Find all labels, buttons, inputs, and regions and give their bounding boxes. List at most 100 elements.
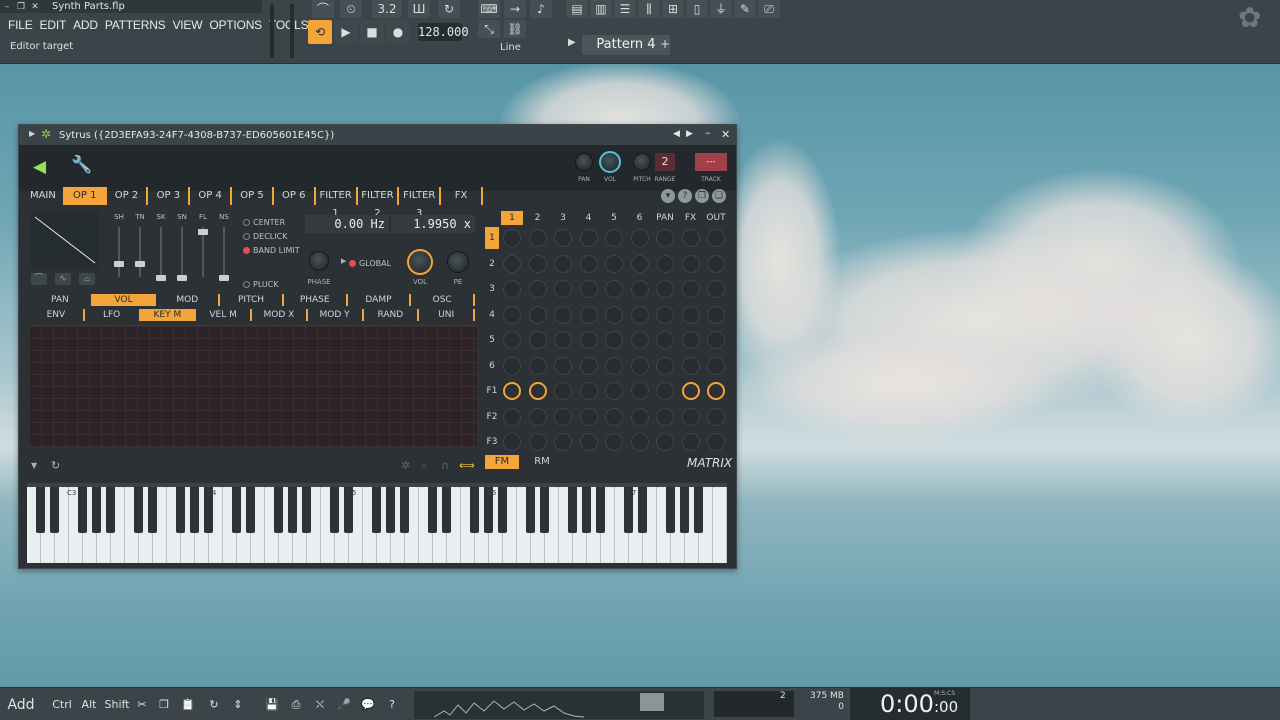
black-key[interactable]	[288, 487, 297, 533]
tab-op-3[interactable]: OP 3	[148, 187, 191, 205]
matrix-knob[interactable]	[503, 433, 521, 451]
black-key[interactable]	[176, 487, 185, 533]
tab-filter-2[interactable]: FILTER 2	[358, 187, 400, 219]
black-key[interactable]	[498, 487, 507, 533]
mod-source-tab-mod-y[interactable]: MOD Y	[308, 309, 364, 321]
black-key[interactable]	[372, 487, 381, 533]
stop-icon[interactable]: ■	[360, 20, 384, 44]
matrix-knob[interactable]	[579, 229, 598, 247]
help-bottom-icon[interactable]: ?	[384, 696, 400, 714]
matrix-knob[interactable]	[656, 433, 674, 451]
articulator-tab-phase[interactable]: PHASE	[284, 294, 348, 306]
matrix-knob[interactable]	[605, 331, 623, 349]
master-pitch-slider[interactable]	[290, 4, 294, 58]
tab-op-4[interactable]: OP 4	[190, 187, 233, 205]
tab-op-1[interactable]: OP 1	[64, 187, 107, 205]
typing-keyboard-icon[interactable]: ⌨	[478, 0, 500, 18]
tempo-sync-icon[interactable]: ⌕	[421, 459, 427, 473]
loop-icon[interactable]: ∩	[441, 459, 449, 472]
matrix-knob[interactable]	[528, 229, 547, 247]
record-icon[interactable]: ●	[386, 20, 410, 44]
waveform-preview[interactable]	[31, 211, 99, 269]
slider-track-tn[interactable]	[139, 227, 141, 277]
articulator-tab-vol[interactable]: VOL	[92, 294, 157, 306]
chat-icon[interactable]: 💬	[360, 696, 376, 714]
matrix-knob[interactable]	[528, 382, 547, 400]
matrix-knob[interactable]	[605, 229, 623, 247]
matrix-knob[interactable]	[579, 305, 598, 324]
matrix-knob[interactable]	[630, 229, 649, 247]
matrix-knob[interactable]	[681, 407, 700, 426]
pitch-knob[interactable]	[633, 153, 651, 171]
slider-track-sh[interactable]	[118, 227, 120, 277]
stretch-icon[interactable]: ⟺	[459, 459, 475, 472]
matrix-knob[interactable]	[554, 433, 572, 451]
matrix-knob[interactable]	[554, 280, 572, 298]
menu-patterns[interactable]: PATTERNS	[105, 18, 166, 32]
black-key[interactable]	[148, 487, 157, 533]
copy-bottom-icon[interactable]: ❐	[156, 696, 172, 714]
frequency-ratio-display[interactable]: 1.9950 x	[391, 215, 475, 233]
black-key[interactable]	[470, 487, 479, 533]
close-icon[interactable]: ✕	[28, 1, 42, 13]
menu-file[interactable]: FILE	[8, 18, 33, 32]
shape-b-icon[interactable]: ∿	[55, 273, 71, 285]
mic-icon[interactable]: 🎤	[336, 696, 352, 714]
tune-icon[interactable]: ⇕	[230, 696, 246, 714]
matrix-knob[interactable]	[579, 331, 598, 349]
copy-icon[interactable]: ❐	[695, 189, 709, 203]
slider-track-sn[interactable]	[181, 227, 183, 277]
articulator-tab-pan[interactable]: PAN	[29, 294, 93, 306]
snap-icon[interactable]: ✲	[401, 459, 410, 472]
plugin-picker-icon[interactable]: ⏚	[710, 0, 732, 18]
matrix-knob[interactable]	[656, 382, 674, 400]
matrix-knob[interactable]	[554, 356, 572, 375]
slider-thumb-fl[interactable]	[198, 229, 208, 235]
matrix-knob[interactable]	[656, 407, 674, 426]
matrix-knob[interactable]	[528, 356, 547, 375]
matrix-knob[interactable]	[656, 229, 674, 247]
fm-mode-button[interactable]: FM	[485, 455, 519, 469]
global-expand-icon[interactable]: ▶	[341, 257, 346, 265]
matrix-knob[interactable]	[503, 254, 521, 273]
matrix-knob[interactable]	[528, 407, 547, 426]
add-button[interactable]: Add	[6, 696, 36, 714]
black-key[interactable]	[302, 487, 311, 533]
save-as-icon[interactable]: ⎙	[288, 696, 304, 714]
link-icon[interactable]: ⛓	[504, 20, 526, 38]
matrix-knob[interactable]	[554, 229, 572, 247]
matrix-knob[interactable]	[605, 305, 623, 324]
black-key[interactable]	[246, 487, 255, 533]
black-key[interactable]	[526, 487, 535, 533]
plugin-titlebar[interactable]: ▶ ✲ Sytrus ({2D3EFA93-24F7-4308-B737-ED6…	[19, 125, 736, 145]
step-edit-icon[interactable]: →	[504, 0, 526, 18]
time-display[interactable]: 0:00 :00 M:S:CS	[850, 688, 970, 720]
tab-op-5[interactable]: OP 5	[232, 187, 274, 205]
snap-selector[interactable]: Line	[500, 42, 521, 53]
operator-volume-knob[interactable]	[407, 249, 433, 275]
plugin-close-icon[interactable]: ✕	[721, 128, 730, 141]
black-key[interactable]	[428, 487, 437, 533]
declick-option[interactable]: DECLICK	[243, 229, 303, 243]
mixer-icon[interactable]: ⫼	[638, 0, 660, 18]
matrix-knob[interactable]	[605, 280, 623, 298]
pitch-range-value[interactable]: 2	[655, 153, 675, 171]
matrix-knob[interactable]	[579, 356, 598, 375]
black-key[interactable]	[92, 487, 101, 533]
articulator-tab-pitch[interactable]: PITCH	[220, 294, 284, 306]
matrix-knob[interactable]	[605, 356, 623, 375]
white-key[interactable]	[713, 487, 727, 563]
black-key[interactable]	[78, 487, 87, 533]
slider-thumb-sn[interactable]	[177, 275, 187, 281]
wait-for-input-icon[interactable]: ⏲	[340, 0, 362, 18]
shape-c-icon[interactable]: ⌓	[79, 273, 95, 285]
metronome-icon[interactable]: ⌒	[312, 0, 334, 18]
undo-icon[interactable]: ↻	[206, 696, 222, 714]
paste-icon[interactable]: ❏	[712, 189, 726, 203]
black-key[interactable]	[666, 487, 675, 533]
alt-button[interactable]: Alt	[78, 696, 100, 714]
matrix-knob[interactable]	[707, 433, 725, 451]
matrix-knob[interactable]	[503, 356, 521, 375]
matrix-knob[interactable]	[681, 305, 700, 324]
matrix-knob[interactable]	[681, 433, 700, 451]
